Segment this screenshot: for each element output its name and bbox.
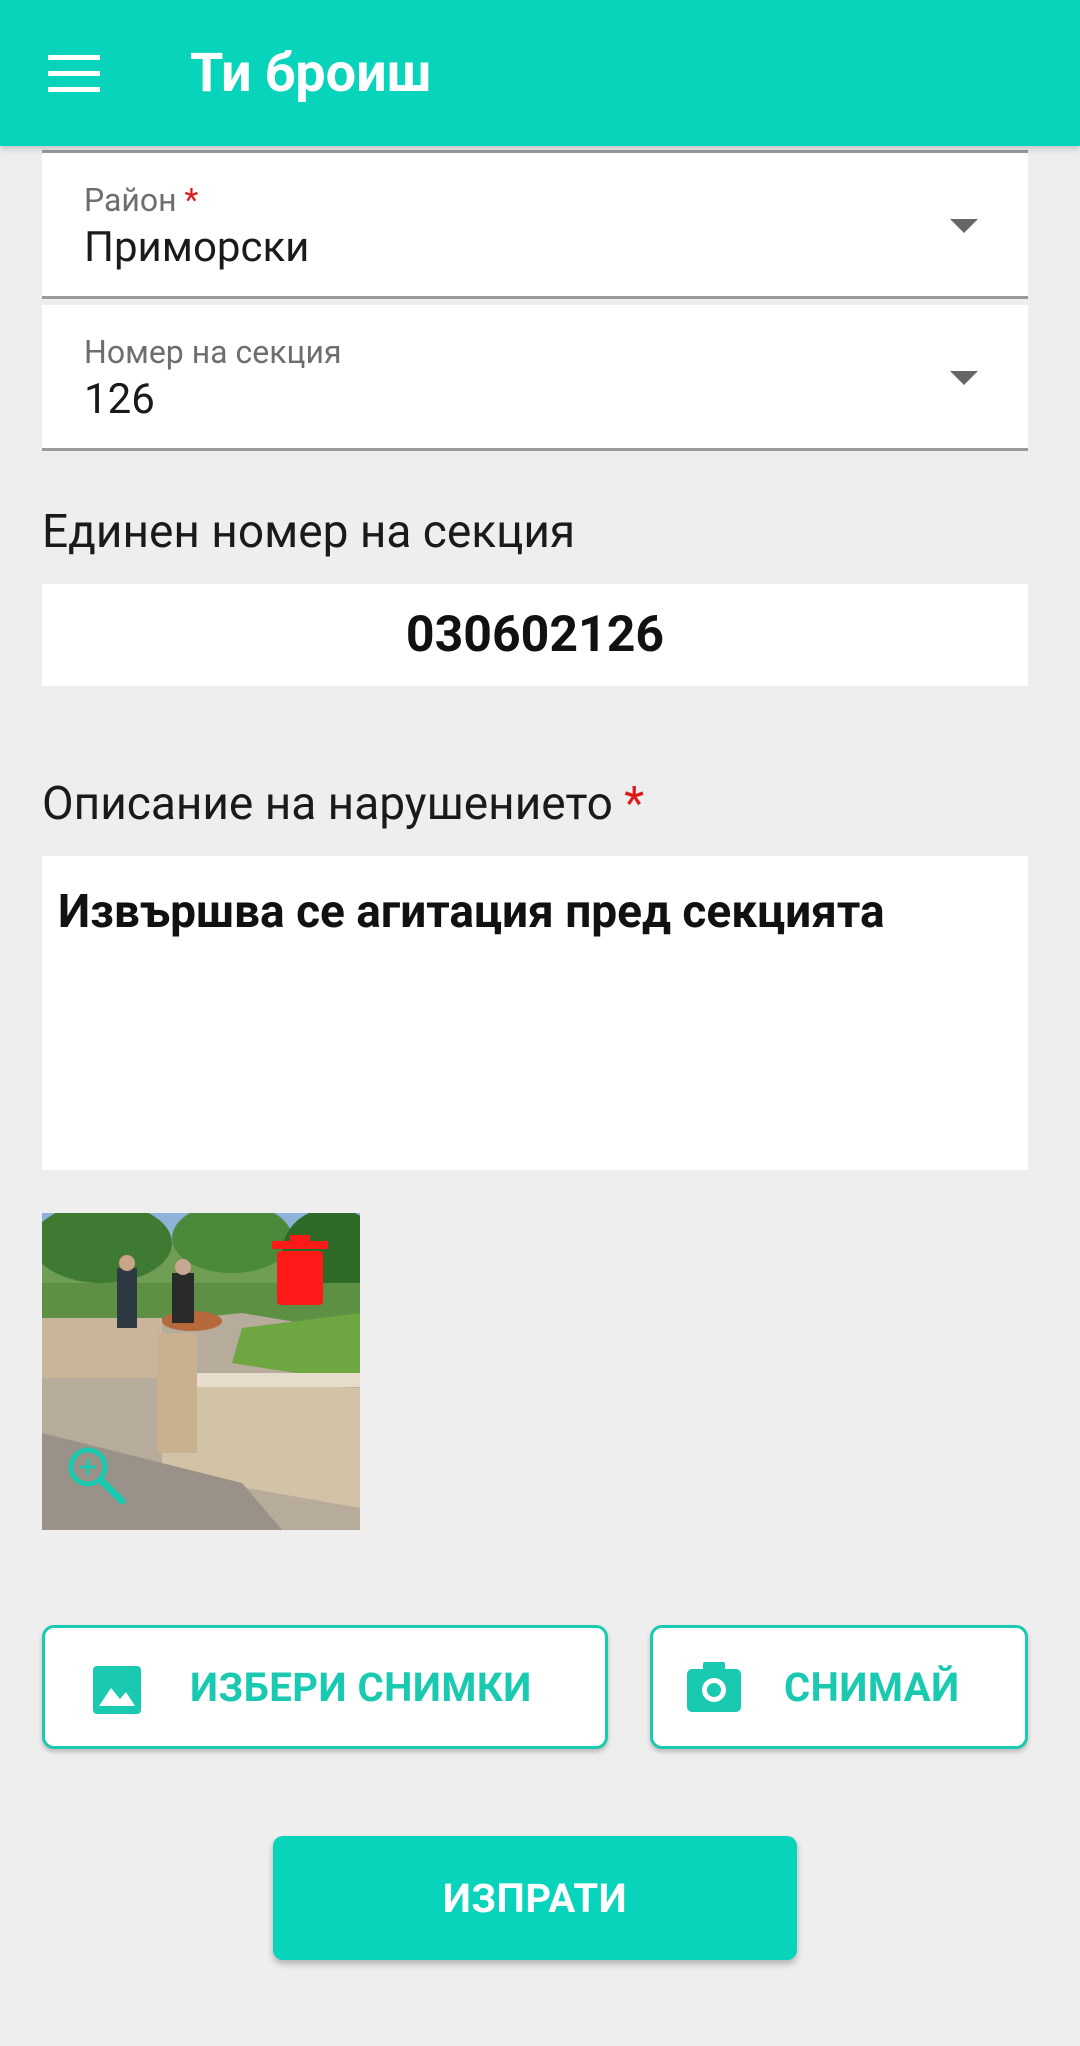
take-photo-button[interactable]: СНИМАЙ (650, 1625, 1028, 1749)
photo-thumbnail[interactable] (42, 1213, 360, 1530)
image-icon (93, 1666, 141, 1714)
trash-icon[interactable] (272, 1235, 328, 1305)
section-number-label: Номер на секция (84, 333, 342, 371)
app-title: Ти броиш (190, 42, 432, 105)
section-number-select[interactable]: Номер на секция 126 (42, 305, 1028, 451)
send-label: ИЗПРАТИ (442, 1874, 628, 1922)
unique-section-value: 030602126 (42, 584, 1028, 686)
required-mark: * (184, 181, 199, 219)
required-mark: * (624, 777, 645, 831)
description-label: Описание на нарушението * (42, 777, 645, 831)
dropdown-arrow-icon (950, 371, 978, 385)
description-input[interactable]: Извършва се агитация пред секцията (42, 856, 1028, 1170)
district-label: Район * (84, 181, 199, 219)
send-button[interactable]: ИЗПРАТИ (273, 1836, 797, 1960)
district-select[interactable]: Район * Приморски (42, 153, 1028, 299)
district-value: Приморски (84, 223, 310, 272)
choose-photos-label: ИЗБЕРИ СНИМКИ (190, 1663, 532, 1711)
zoom-in-icon[interactable] (66, 1445, 126, 1505)
unique-section-label: Единен номер на секция (42, 505, 576, 559)
camera-icon (687, 1662, 741, 1712)
choose-photos-button[interactable]: ИЗБЕРИ СНИМКИ (42, 1625, 608, 1749)
app-bar: Ти броиш (0, 0, 1080, 146)
take-photo-label: СНИМАЙ (784, 1663, 960, 1711)
dropdown-arrow-icon (950, 219, 978, 233)
menu-icon[interactable] (48, 55, 100, 93)
section-number-value: 126 (84, 375, 155, 424)
